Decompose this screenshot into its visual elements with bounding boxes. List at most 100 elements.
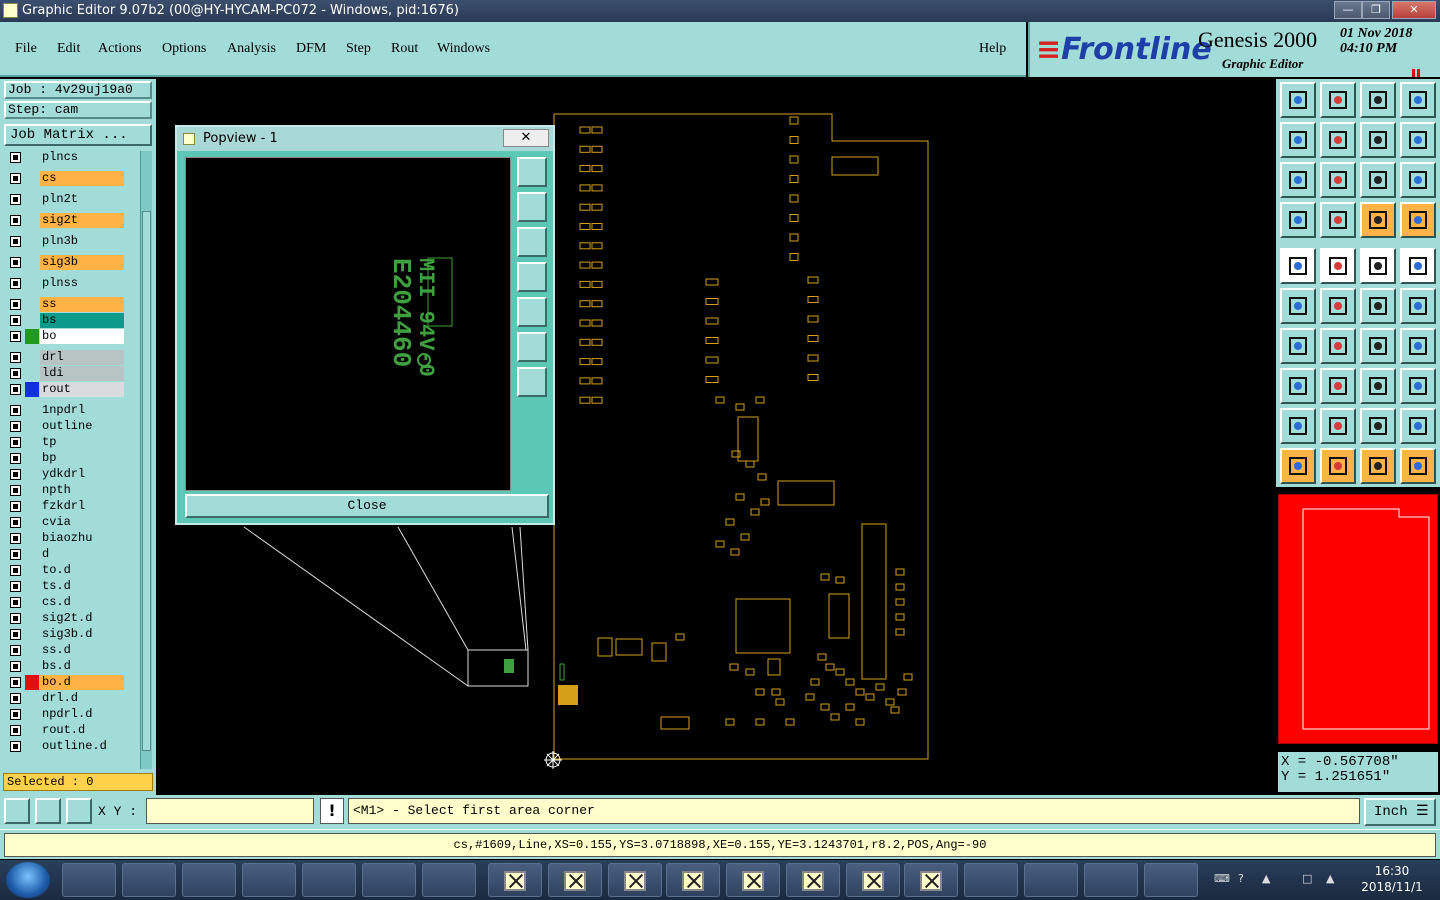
popview-zoom-out-icon[interactable] xyxy=(517,367,547,397)
layer-checkbox[interactable] xyxy=(10,725,21,736)
layer-color-swatch[interactable] xyxy=(25,366,39,381)
layer-color-swatch[interactable] xyxy=(25,419,39,434)
layer-name[interactable]: fzkdrl xyxy=(40,499,124,514)
layer-row-d[interactable]: d xyxy=(4,547,138,562)
triangle-c-icon[interactable] xyxy=(1360,408,1396,444)
monitor-tray-icon[interactable]: □ xyxy=(1302,872,1316,886)
overview-minimap[interactable] xyxy=(1278,494,1438,744)
line-icon[interactable] xyxy=(1320,328,1356,364)
layer-checkbox[interactable] xyxy=(10,299,21,310)
layer-name[interactable]: tp xyxy=(40,435,124,450)
layer-row-bs.d[interactable]: bs.d xyxy=(4,659,138,674)
layer-color-swatch[interactable] xyxy=(25,483,39,498)
layer-checkbox[interactable] xyxy=(10,453,21,464)
layer-row-sig3b[interactable]: sig3b xyxy=(4,255,138,270)
layer-color-swatch[interactable] xyxy=(25,213,39,228)
layer-color-swatch[interactable] xyxy=(25,297,39,312)
angle-icon[interactable] xyxy=(1280,328,1316,364)
route-icon[interactable] xyxy=(1400,448,1436,484)
layer-name[interactable]: sig3b.d xyxy=(40,627,124,642)
layer-name[interactable]: cs xyxy=(40,171,124,186)
popview-pan-up-icon[interactable] xyxy=(517,192,547,222)
layer-name[interactable]: ss.d xyxy=(40,643,124,658)
xy-input[interactable] xyxy=(146,798,314,824)
layer-color-swatch[interactable] xyxy=(25,691,39,706)
menu-step[interactable]: Step xyxy=(346,41,371,57)
menu-windows[interactable]: Windows xyxy=(437,41,490,57)
layer-color-swatch[interactable] xyxy=(25,403,39,418)
layer-name[interactable]: sig2t.d xyxy=(40,611,124,626)
text-icon[interactable] xyxy=(1400,328,1436,364)
layer-row-ts.d[interactable]: ts.d xyxy=(4,579,138,594)
layer-checkbox[interactable] xyxy=(10,421,21,432)
popview-zoom-home-icon[interactable] xyxy=(517,157,547,187)
layer-color-swatch[interactable] xyxy=(25,627,39,642)
layer-color-swatch[interactable] xyxy=(25,659,39,674)
layer-row-cs[interactable]: cs xyxy=(4,171,138,186)
layer-checkbox[interactable] xyxy=(10,629,21,640)
tb-genesis-3-icon[interactable] xyxy=(608,863,662,897)
menu-edit[interactable]: Edit xyxy=(57,41,80,57)
layer-checkbox[interactable] xyxy=(10,315,21,326)
tb-monitor-icon[interactable] xyxy=(422,863,476,897)
layer-name[interactable]: plnss xyxy=(40,276,124,291)
layer-color-swatch[interactable] xyxy=(25,255,39,270)
layer-checkbox[interactable] xyxy=(10,501,21,512)
layer-checkbox[interactable] xyxy=(10,152,21,163)
pointer-circle-icon[interactable] xyxy=(1360,448,1396,484)
layer-name[interactable]: pln3b xyxy=(40,234,124,249)
query-icon[interactable] xyxy=(1400,162,1436,198)
menu-dfm[interactable]: DFM xyxy=(296,41,326,57)
layer-name[interactable]: ss xyxy=(40,297,124,312)
layer-checkbox[interactable] xyxy=(10,278,21,289)
rotate-icon[interactable] xyxy=(1360,328,1396,364)
popview-pan-down-icon[interactable] xyxy=(517,227,547,257)
layer-checkbox[interactable] xyxy=(10,331,21,342)
layer-name[interactable]: bo xyxy=(40,329,124,344)
settings-icon[interactable] xyxy=(1280,202,1316,238)
layer-checkbox[interactable] xyxy=(10,384,21,395)
pointer-icon[interactable] xyxy=(1280,448,1316,484)
layer-row-sig2t.d[interactable]: sig2t.d xyxy=(4,611,138,626)
alert-button[interactable]: ! xyxy=(320,798,344,824)
layer-row-npth[interactable]: npth xyxy=(4,483,138,498)
layer-color-swatch[interactable] xyxy=(25,451,39,466)
tb-genesis-2-icon[interactable] xyxy=(548,863,602,897)
layer-color-swatch[interactable] xyxy=(25,579,39,594)
layer-checkbox[interactable] xyxy=(10,437,21,448)
layer-name[interactable]: rout xyxy=(40,382,124,397)
layer-name[interactable]: plncs xyxy=(40,150,124,165)
layer-name[interactable]: outline xyxy=(40,419,124,434)
layer-color-swatch[interactable] xyxy=(25,707,39,722)
layer-checkbox[interactable] xyxy=(10,173,21,184)
grid-snap-icon[interactable] xyxy=(66,798,92,824)
layer-checkbox[interactable] xyxy=(10,236,21,247)
tb-genesis-6-icon[interactable] xyxy=(786,863,840,897)
layer-color-swatch[interactable] xyxy=(25,234,39,249)
tb-frontline-icon[interactable] xyxy=(362,863,416,897)
layer-color-swatch[interactable] xyxy=(25,313,39,328)
layer-checkbox[interactable] xyxy=(10,533,21,544)
network-tray-icon[interactable]: ▲ xyxy=(1262,872,1276,886)
layer-color-swatch[interactable] xyxy=(25,350,39,365)
popview-zoom-in-icon[interactable] xyxy=(517,332,547,362)
layer-checkbox[interactable] xyxy=(10,215,21,226)
layer-color-swatch[interactable] xyxy=(25,547,39,562)
node-icon[interactable] xyxy=(1280,288,1316,324)
layer-checkbox[interactable] xyxy=(10,469,21,480)
layer-row-ss[interactable]: ss xyxy=(4,297,138,312)
layer-list-scrollbar[interactable] xyxy=(140,151,152,769)
layer-row-pln2t[interactable]: pln2t xyxy=(4,192,138,207)
layer-row-bo.d[interactable]: bo.d xyxy=(4,675,138,690)
tb-genesis-8-icon[interactable] xyxy=(904,863,958,897)
tb-app-shell-icon[interactable] xyxy=(122,863,176,897)
job-matrix-button[interactable]: Job Matrix ... xyxy=(4,124,152,146)
layer-row-sig2t[interactable]: sig2t xyxy=(4,213,138,228)
layer-row-bs[interactable]: bs xyxy=(4,313,138,328)
grid-icon[interactable] xyxy=(1320,202,1356,238)
layer-color-swatch[interactable] xyxy=(25,531,39,546)
layer-color-swatch[interactable] xyxy=(25,515,39,530)
layer-row-sig3b.d[interactable]: sig3b.d xyxy=(4,627,138,642)
layer-checkbox[interactable] xyxy=(10,597,21,608)
layer-checkbox[interactable] xyxy=(10,741,21,752)
